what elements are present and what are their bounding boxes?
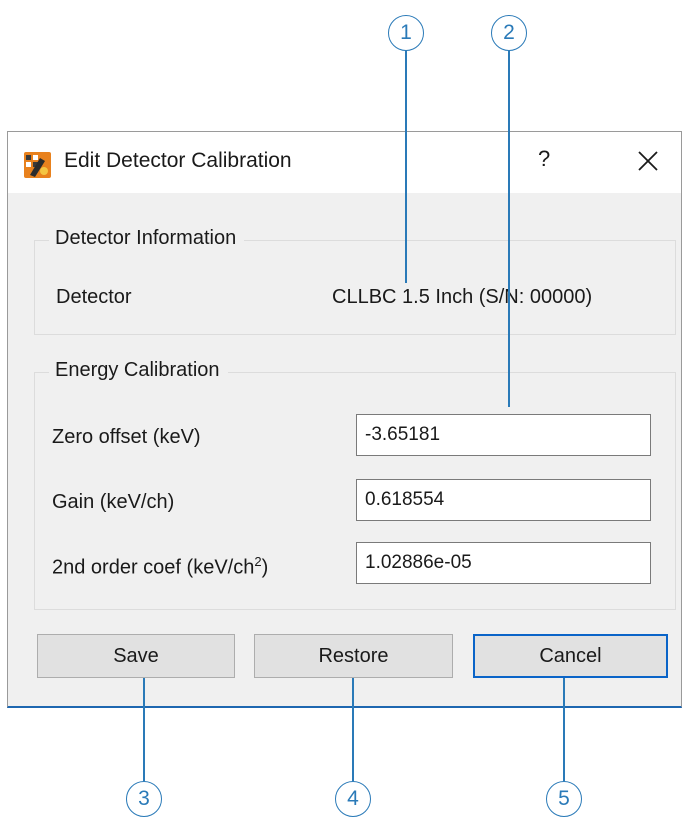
callout-leader-2 (508, 51, 510, 407)
edit-detector-calibration-dialog: Edit Detector Calibration ? Detector Inf… (7, 131, 682, 708)
title-bar: Edit Detector Calibration ? (8, 132, 681, 193)
zero-offset-label: Zero offset (keV) (52, 426, 201, 448)
detector-value: CLLBC 1.5 Inch (S/N: 00000) (332, 286, 593, 308)
energy-calibration-title: Energy Calibration (49, 359, 228, 382)
detector-label: Detector (56, 286, 132, 308)
energy-calibration-group: Energy Calibration Zero offset (keV) Gai… (34, 359, 676, 610)
callout-leader-1 (405, 51, 407, 283)
app-logo-icon (24, 152, 51, 178)
detector-information-group: Detector Information Detector CLLBC 1.5 … (34, 227, 676, 335)
second-order-coef-label-suffix: ) (261, 556, 269, 579)
callout-3: 3 (126, 781, 162, 817)
window-title: Edit Detector Calibration (64, 149, 292, 172)
callout-leader-5 (563, 678, 565, 781)
detector-information-title: Detector Information (49, 227, 245, 250)
callout-1: 1 (388, 15, 424, 51)
second-order-coef-input[interactable] (356, 542, 651, 584)
callout-4: 4 (335, 781, 371, 817)
second-order-coef-label: 2nd order coef (keV/ch2) (52, 554, 268, 580)
gain-input[interactable] (356, 479, 651, 521)
gain-label: Gain (keV/ch) (52, 491, 175, 513)
cancel-button[interactable]: Cancel (473, 634, 668, 678)
callout-5: 5 (546, 781, 582, 817)
callout-leader-4 (352, 678, 354, 781)
zero-offset-input[interactable] (356, 414, 651, 456)
restore-button[interactable]: Restore (254, 634, 453, 678)
close-icon[interactable] (636, 146, 660, 174)
screenshot-stage: 1 2 3 4 5 Edit Detector Calibration ? De… (0, 0, 687, 823)
second-order-coef-label-exponent: 2 (254, 554, 262, 569)
second-order-coef-label-prefix: 2nd order coef (keV/ch (52, 556, 255, 579)
callout-2: 2 (491, 15, 527, 51)
save-button[interactable]: Save (37, 634, 235, 678)
callout-leader-3 (143, 678, 145, 781)
help-button[interactable]: ? (538, 146, 550, 172)
